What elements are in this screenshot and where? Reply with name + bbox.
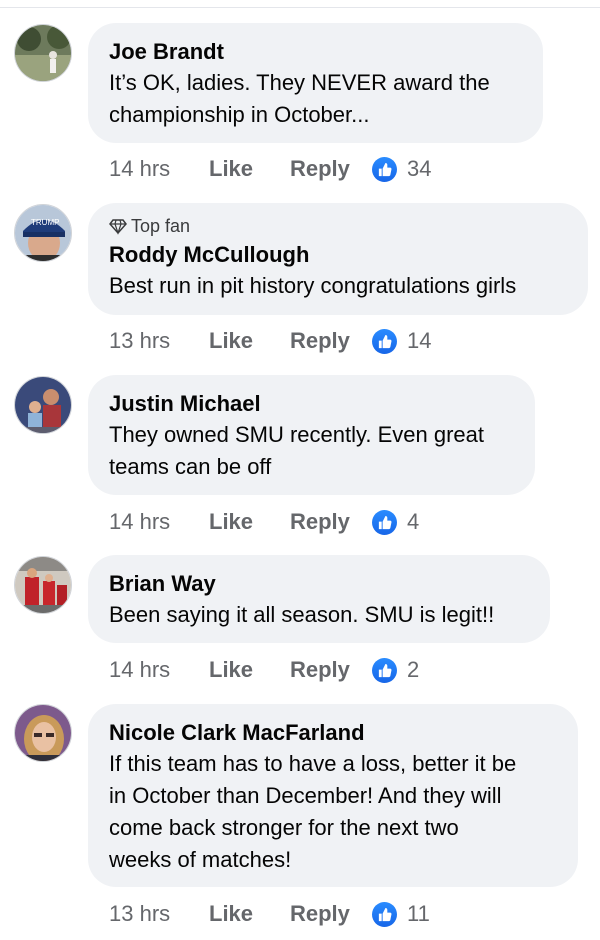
like-button[interactable]: Like [209,657,290,683]
comment-text: They owned SMU recently. Even great team… [109,422,484,479]
comment-timestamp[interactable]: 14 hrs [109,156,209,182]
comment-text: Been saying it all season. SMU is legit!… [109,602,495,627]
commenter-name[interactable]: Justin Michael [109,389,514,419]
comment-timestamp[interactable]: 13 hrs [109,901,209,927]
reply-button[interactable]: Reply [290,509,372,535]
comment-bubble: Top fan Roddy McCullough Best run in pit… [88,203,588,315]
reaction-count: 4 [407,509,420,534]
comment-text: If this team has to have a loss, better … [109,751,517,872]
like-button[interactable]: Like [209,901,290,927]
user-avatar-icon [15,25,71,81]
like-button[interactable]: Like [209,328,290,354]
comment-text: It’s OK, ladies. They NEVER award the ch… [109,70,490,127]
top-divider [0,7,600,8]
reply-button[interactable]: Reply [290,901,372,927]
commenter-name[interactable]: Nicole Clark MacFarland [109,718,557,748]
comment-bubble: Justin Michael They owned SMU recently. … [88,375,535,495]
reaction-count: 14 [407,328,432,353]
comment-actions: 14 hrs Like Reply 4 [109,506,419,538]
comment-actions: 13 hrs Like Reply 11 [109,898,430,930]
user-avatar-icon [15,557,71,613]
comment-actions: 14 hrs Like Reply 2 [109,654,419,686]
reply-button[interactable]: Reply [290,657,372,683]
top-fan-badge[interactable]: Top fan [109,215,567,237]
reply-button[interactable]: Reply [290,328,372,354]
like-button[interactable]: Like [209,156,290,182]
comment-timestamp[interactable]: 13 hrs [109,328,209,354]
commenter-name[interactable]: Brian Way [109,569,529,599]
comment-bubble: Nicole Clark MacFarland If this team has… [88,704,578,887]
reaction-count: 11 [407,901,430,926]
reply-button[interactable]: Reply [290,156,372,182]
like-reaction-icon [372,657,397,683]
reaction-summary[interactable]: 14 [372,328,431,354]
badge-label: Top fan [131,215,191,236]
comment-actions: 14 hrs Like Reply 34 [109,153,431,185]
like-reaction-icon [372,328,397,354]
reaction-count: 34 [407,156,432,181]
comment-bubble: Joe Brandt It’s OK, ladies. They NEVER a… [88,23,543,143]
reaction-summary[interactable]: 11 [372,901,430,927]
like-button[interactable]: Like [209,509,290,535]
user-avatar-icon [15,377,71,433]
avatar[interactable] [14,24,72,82]
avatar[interactable] [14,704,72,762]
like-reaction-icon [372,509,397,535]
comment-timestamp[interactable]: 14 hrs [109,657,209,683]
reaction-summary[interactable]: 4 [372,509,419,535]
avatar[interactable] [14,376,72,434]
comment-actions: 13 hrs Like Reply 14 [109,325,431,357]
comment-bubble: Brian Way Been saying it all season. SMU… [88,555,550,643]
like-reaction-icon [372,901,397,927]
diamond-icon [109,219,127,235]
commenter-name[interactable]: Joe Brandt [109,37,522,67]
reaction-count: 2 [407,657,420,682]
svg-text:TRUMP: TRUMP [31,218,59,227]
comment-timestamp[interactable]: 14 hrs [109,509,209,535]
comment-text: Best run in pit history congratulations … [109,273,517,298]
avatar[interactable] [14,556,72,614]
user-avatar-icon [15,705,71,761]
reaction-summary[interactable]: 34 [372,156,431,182]
like-reaction-icon [372,156,397,182]
reaction-summary[interactable]: 2 [372,657,419,683]
user-avatar-icon: TRUMP [15,205,71,261]
avatar[interactable]: TRUMP [14,204,72,262]
commenter-name[interactable]: Roddy McCullough [109,240,567,270]
